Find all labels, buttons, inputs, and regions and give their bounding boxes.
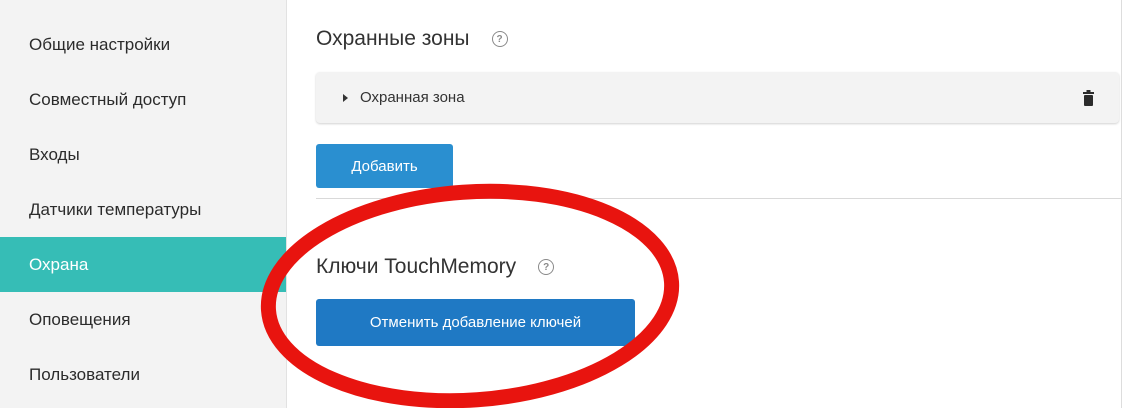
question-circle-icon[interactable]: ? (538, 259, 555, 275)
security-zones-title: Охранные зоны ? (316, 27, 508, 51)
security-zone-item[interactable]: Охранная зона (316, 72, 1119, 123)
app-window: Общие настройки Совместный доступ Входы … (0, 0, 1122, 408)
sidebar-item-temperature-sensors[interactable]: Датчики температуры (0, 182, 286, 237)
sidebar-item-security[interactable]: Охрана (0, 237, 286, 292)
sidebar-item-users[interactable]: Пользователи (0, 347, 286, 402)
touchmemory-title: Ключи TouchMemory ? (316, 255, 555, 279)
sidebar: Общие настройки Совместный доступ Входы … (0, 0, 287, 408)
security-zones-title-text: Охранные зоны (316, 27, 470, 50)
security-zone-label[interactable]: Охранная зона (360, 89, 465, 106)
sidebar-item-general-settings[interactable]: Общие настройки (0, 17, 286, 72)
caret-right-icon[interactable] (343, 93, 348, 102)
divider (316, 198, 1122, 199)
add-button[interactable]: Добавить (316, 144, 453, 188)
trash-icon[interactable] (1083, 90, 1094, 106)
sidebar-item-inputs[interactable]: Входы (0, 127, 286, 182)
cancel-adding-keys-button[interactable]: Отменить добавление ключей (316, 299, 635, 346)
main-content: Охранные зоны ? Охранная зона Добавить К… (287, 0, 1122, 408)
question-circle-icon[interactable]: ? (491, 31, 508, 47)
touchmemory-title-text: Ключи TouchMemory (316, 255, 517, 278)
sidebar-item-shared-access[interactable]: Совместный доступ (0, 72, 286, 127)
sidebar-item-notifications[interactable]: Оповещения (0, 292, 286, 347)
